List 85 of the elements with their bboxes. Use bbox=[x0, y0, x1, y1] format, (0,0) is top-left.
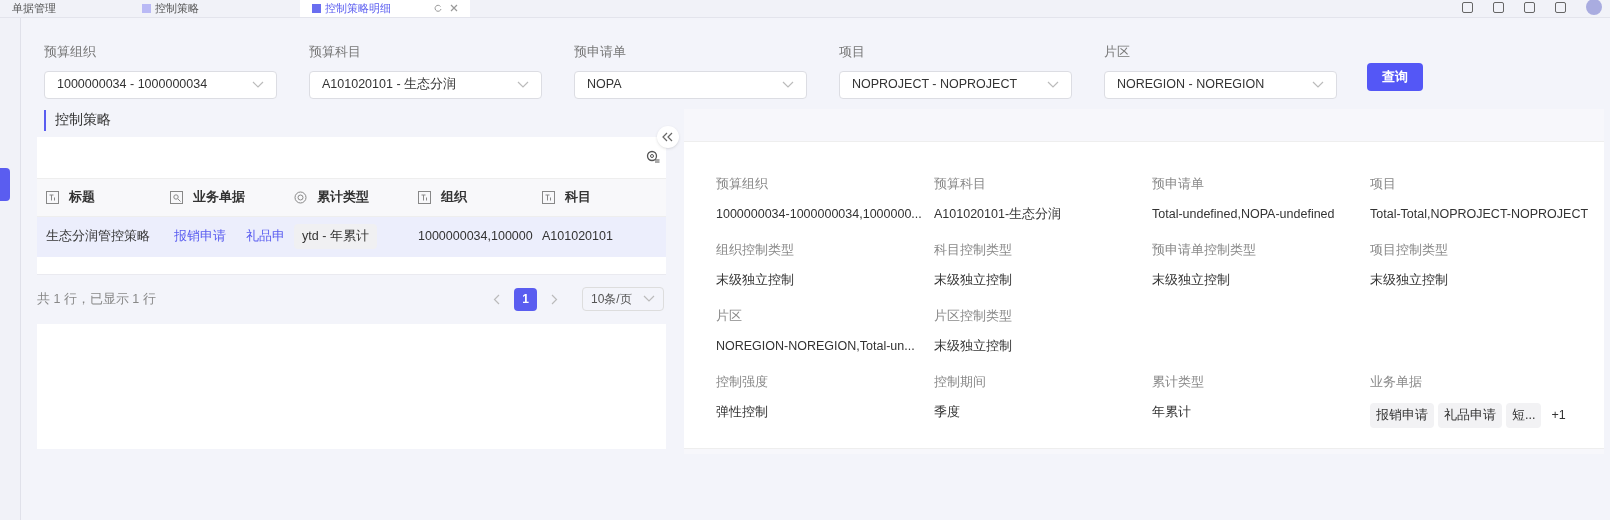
page-button[interactable]: 1 bbox=[514, 287, 537, 311]
tab-label: 控制策略明细 bbox=[325, 2, 391, 14]
radio-circle-icon bbox=[294, 190, 307, 204]
filter-label: 片区 bbox=[1104, 43, 1131, 61]
table-cell-text: A101020101 bbox=[542, 228, 613, 246]
chevron-down-icon bbox=[252, 80, 264, 89]
field-label: 预申请单控制类型 bbox=[1152, 241, 1257, 259]
toolbar-icon[interactable] bbox=[1555, 1, 1566, 13]
field-label: 科目控制类型 bbox=[934, 241, 1013, 259]
page-size-select[interactable]: 10条/页 bbox=[582, 287, 664, 311]
filter-label: 预算组织 bbox=[44, 43, 97, 61]
document-link[interactable]: 报销申请 bbox=[174, 227, 226, 246]
chevron-down-icon bbox=[643, 295, 655, 303]
column-header: 科目 bbox=[565, 188, 591, 207]
toolbar-icon[interactable] bbox=[1524, 1, 1535, 13]
filter-label: 预算科目 bbox=[309, 43, 362, 61]
tab-icon bbox=[142, 3, 151, 13]
text-field-icon bbox=[46, 190, 59, 204]
field-value: A101020101-生态分润 bbox=[934, 206, 1063, 224]
tab-icon bbox=[312, 3, 321, 13]
row-count-text: 共 1 行，已显示 1 行 bbox=[37, 290, 156, 308]
column-header: 标题 bbox=[69, 188, 95, 207]
link-field-icon bbox=[170, 190, 183, 204]
filter-select[interactable]: NOPROJECT - NOPROJECT bbox=[839, 70, 1072, 99]
filter-label: 预申请单 bbox=[574, 43, 627, 61]
field-value: 末级独立控制 bbox=[934, 272, 1013, 290]
filter-select[interactable]: 1000000034 - 1000000034 bbox=[44, 70, 277, 99]
field-label: 项目控制类型 bbox=[1370, 241, 1449, 259]
text-field-icon bbox=[418, 190, 431, 204]
document-link[interactable]: 礼品申 bbox=[246, 227, 285, 246]
field-label: 业务单据 bbox=[1370, 373, 1423, 391]
filter-select[interactable]: NOREGION - NOREGION bbox=[1104, 70, 1337, 99]
table-cell-text: 1000000034,100000 bbox=[418, 228, 533, 246]
collapse-icon[interactable] bbox=[657, 125, 679, 148]
field-value: 弹性控制 bbox=[716, 404, 769, 422]
filter-label: 项目 bbox=[839, 43, 866, 61]
type-tag: ytd - 年累计 bbox=[294, 224, 377, 249]
text-field-icon bbox=[542, 190, 555, 204]
document-tag: 报销申请 bbox=[1370, 403, 1434, 428]
field-value: 末级独立控制 bbox=[934, 338, 1013, 356]
tab-label: 控制策略 bbox=[155, 2, 199, 14]
field-label: 控制强度 bbox=[716, 373, 769, 391]
field-value: 末级独立控制 bbox=[1152, 272, 1231, 290]
chevron-down-icon bbox=[1312, 80, 1324, 89]
field-label: 累计类型 bbox=[1152, 373, 1205, 391]
column-header: 组织 bbox=[441, 188, 467, 207]
page-tab[interactable]: 控制策略 bbox=[130, 0, 300, 17]
document-tag: 礼品申请 bbox=[1438, 403, 1502, 428]
table-cell-text: 生态分润管控策略 bbox=[46, 228, 150, 246]
field-value: 季度 bbox=[934, 404, 961, 422]
field-value: NOREGION-NOREGION,Total-un... bbox=[716, 338, 916, 356]
toolbar-icon[interactable] bbox=[1462, 1, 1473, 13]
field-value: Total-undefined,NOPA-undefined bbox=[1152, 206, 1336, 224]
field-label: 控制期间 bbox=[934, 373, 987, 391]
sidebar-handle[interactable] bbox=[0, 168, 10, 201]
tab-label: 单据管理 bbox=[12, 2, 56, 14]
field-label: 预算科目 bbox=[934, 175, 987, 193]
column-header: 累计类型 bbox=[317, 188, 369, 207]
field-value: Total-Total,NOPROJECT-NOPROJECT bbox=[1370, 206, 1590, 224]
toolbar-icon[interactable] bbox=[1493, 1, 1504, 13]
table-row[interactable]: 生态分润管控策略 报销申请 礼品申 ytd - 年累计 1000000034,100000 A101020101 bbox=[37, 216, 666, 257]
chevron-down-icon bbox=[782, 80, 794, 89]
more-count: +1 bbox=[1551, 407, 1566, 425]
page-tab[interactable]: 控制策略明细 bbox=[300, 0, 470, 17]
field-value: 年累计 bbox=[1152, 404, 1192, 422]
filter-select[interactable]: A101020101 - 生态分润 bbox=[309, 70, 542, 99]
column-header: 业务单据 bbox=[193, 188, 245, 207]
document-tag: 短... bbox=[1506, 403, 1542, 428]
page-tab[interactable]: 单据管理 bbox=[0, 0, 130, 17]
close-icon[interactable] bbox=[450, 4, 458, 12]
field-label: 片区控制类型 bbox=[934, 307, 1013, 325]
field-label: 预申请单 bbox=[1152, 175, 1205, 193]
query-button[interactable]: 查询 bbox=[1367, 63, 1423, 91]
filter-select[interactable]: NOPA bbox=[574, 70, 807, 99]
chevron-down-icon bbox=[1047, 80, 1059, 89]
field-label: 组织控制类型 bbox=[716, 241, 795, 259]
settings-icon[interactable] bbox=[646, 150, 660, 164]
field-value: 末级独立控制 bbox=[1370, 272, 1449, 290]
section-title: 控制策略 bbox=[44, 110, 111, 131]
field-value: 1000000034-1000000034,1000000... bbox=[716, 206, 923, 224]
field-value: 末级独立控制 bbox=[716, 272, 795, 290]
chevron-down-icon bbox=[517, 80, 529, 89]
field-label: 片区 bbox=[716, 307, 743, 325]
field-label: 项目 bbox=[1370, 175, 1397, 193]
field-label: 预算组织 bbox=[716, 175, 769, 193]
